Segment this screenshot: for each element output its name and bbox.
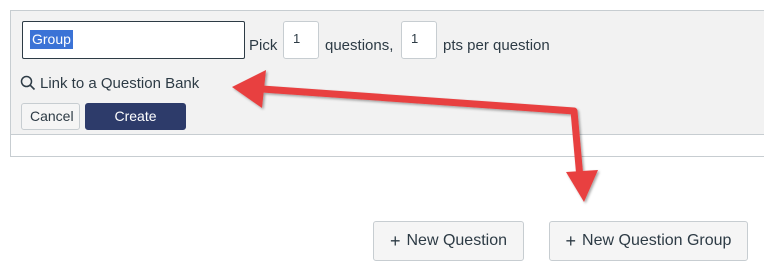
group-name-input[interactable]: Group — [22, 21, 245, 59]
plus-icon: + — [389, 230, 401, 251]
pick-count-input[interactable]: 1 — [283, 21, 319, 59]
group-name-value: Group — [30, 30, 73, 49]
points-label: pts per question — [443, 37, 550, 54]
pick-count-value: 1 — [293, 31, 301, 46]
new-question-button[interactable]: + New Question — [373, 221, 524, 261]
plus-icon: + — [565, 230, 577, 251]
questions-label: questions, — [325, 37, 394, 54]
cancel-button-label: Cancel — [30, 108, 74, 124]
arrow-head-down — [566, 170, 598, 202]
points-value: 1 — [411, 31, 419, 46]
search-icon — [20, 75, 36, 91]
points-input[interactable]: 1 — [401, 21, 437, 59]
cancel-button[interactable]: Cancel — [21, 103, 80, 130]
group-form: Group Pick 1 questions, 1 pts per questi… — [11, 11, 764, 149]
link-question-bank[interactable]: Link to a Question Bank — [20, 73, 199, 93]
link-question-bank-label: Link to a Question Bank — [40, 74, 200, 92]
new-question-group-button[interactable]: + New Question Group — [549, 221, 748, 261]
new-question-label: New Question — [406, 232, 508, 249]
create-group-button-label: Create Group — [114, 108, 157, 149]
question-group-panel: Group Pick 1 questions, 1 pts per questi… — [10, 10, 764, 157]
pick-label: Pick — [249, 37, 278, 54]
new-question-group-label: New Question Group — [582, 232, 732, 249]
create-group-button[interactable]: Create Group — [85, 103, 186, 149]
